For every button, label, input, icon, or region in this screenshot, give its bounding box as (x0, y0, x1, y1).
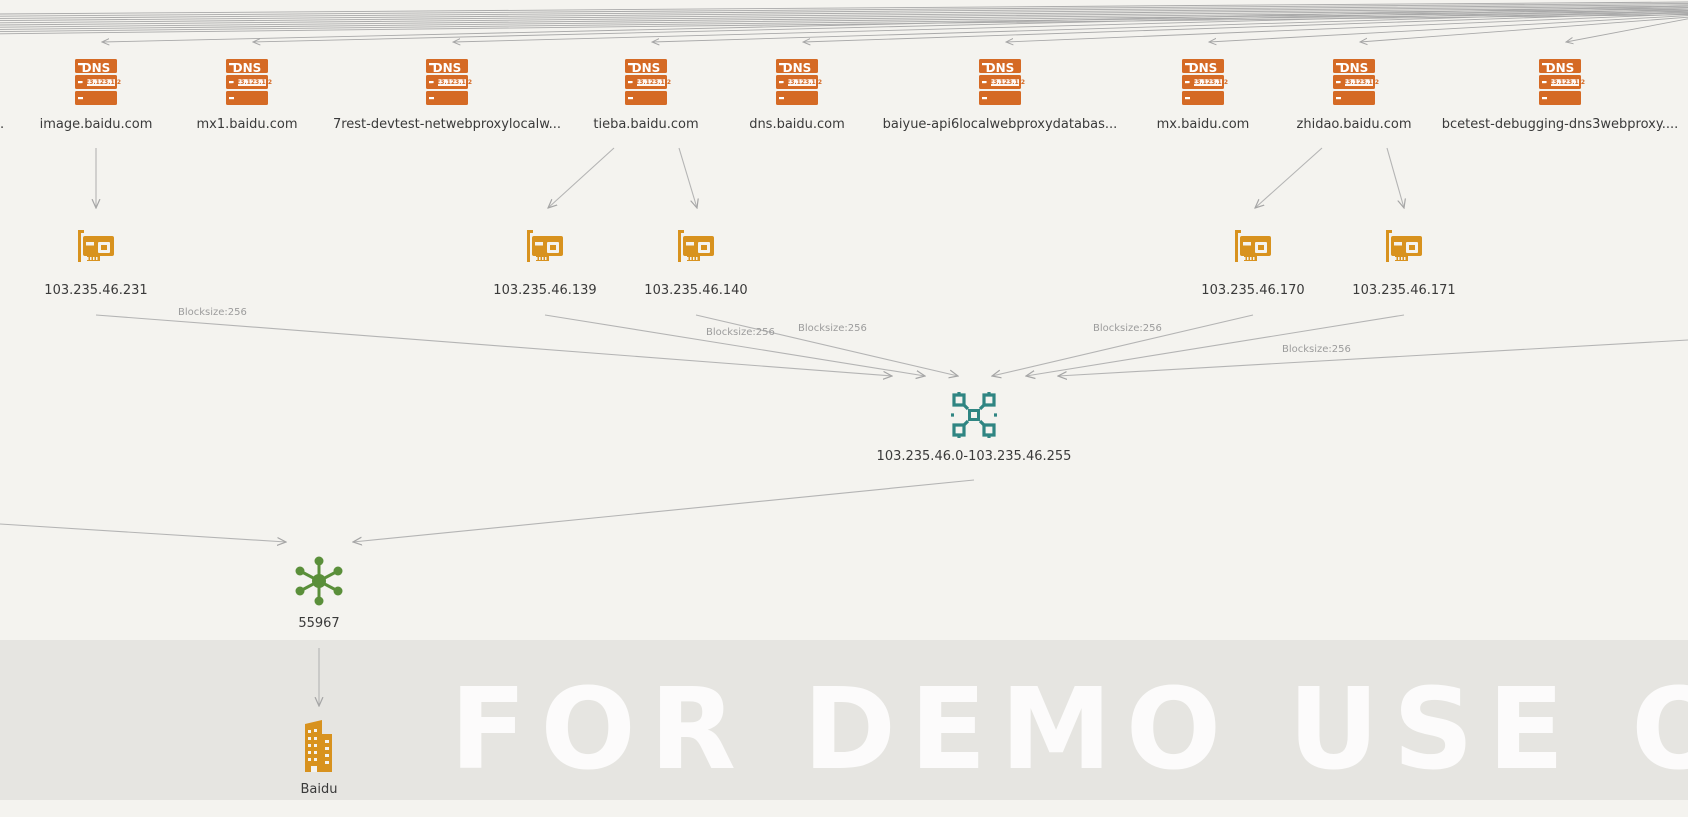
dns-nodes: . DNS image.baidu.com DNS mx1.baidu.com … (0, 59, 1678, 132)
node-label: 103.235.46.231 (44, 283, 147, 298)
ip-node-140[interactable]: 103.235.46.140 (644, 230, 748, 298)
dns-node-zhidao[interactable]: DNS zhidao.baidu.com (1297, 59, 1412, 132)
dns-icon-subtexts: 123.123.1.2 123.123.1.2 123.123.1.2 123.… (81, 79, 1585, 86)
edge-label: Blocksize:256 (798, 323, 867, 334)
incoming-edge (1566, 18, 1688, 42)
dns-badge-subtext: 123.123.1.2 (631, 79, 671, 86)
edges (0, 147, 1688, 706)
dns-node-image[interactable]: DNS image.baidu.com (40, 59, 153, 132)
dns-badge-subtext: 123.123.1.2 (81, 79, 121, 86)
incoming-edges-from-top (0, 1, 1688, 42)
ip-to-block-edge (1058, 339, 1688, 376)
node-label: dns.baidu.com (749, 117, 845, 132)
asn-node[interactable]: 55967 (294, 555, 344, 632)
dns-node-baiyue[interactable]: DNS baiyue-api6localwebproxydatabas... (883, 59, 1118, 132)
node-label: 103.235.46.140 (644, 283, 747, 298)
network-card-icon (527, 230, 563, 262)
node-label: bcetest-debugging-dns3webproxy.... (1442, 117, 1678, 132)
dns-badge: DNS (783, 61, 812, 75)
dns-to-ip-edge (678, 147, 697, 208)
asn-hub-icon (294, 555, 344, 607)
node-label: 103.235.46.170 (1201, 283, 1304, 298)
ip-block-icon (949, 390, 999, 440)
dns-badge-subtext: 123.123.1.2 (432, 79, 472, 86)
dns-badge-subtext: 123.123.1.2 (232, 79, 272, 86)
dns-badge-subtext: 123.123.1.2 (985, 79, 1025, 86)
dns-to-ip-edge (548, 147, 615, 208)
dns-node-7rest[interactable]: DNS 7rest-devtest-netwebproxylocalw... (333, 59, 561, 132)
block-to-asn-edge (353, 479, 975, 542)
node-label: zhidao.baidu.com (1297, 117, 1412, 132)
ip-node-171[interactable]: 103.235.46.171 (1352, 230, 1456, 298)
dns-badge: DNS (1546, 61, 1575, 75)
node-label: 103.235.46.139 (493, 283, 596, 298)
dns-badge-subtext: 123.123.1.2 (1188, 79, 1228, 86)
dns-node-bcetest[interactable]: DNS bcetest-debugging-dns3webproxy.... (1442, 59, 1678, 132)
dns-badge: DNS (986, 61, 1015, 75)
node-label: mx.baidu.com (1157, 117, 1250, 132)
dns-node-mx1[interactable]: DNS mx1.baidu.com (197, 59, 298, 132)
node-label: image.baidu.com (40, 117, 153, 132)
dns-badge-subtext: 123.123.1.2 (1545, 79, 1585, 86)
cutoff-node-label: . (0, 117, 4, 132)
node-label: tieba.baidu.com (593, 117, 698, 132)
graph-canvas[interactable]: FOR DEMO USE ONLY Blocksize:256 Blocksiz… (0, 0, 1688, 817)
edge-label: Blocksize:256 (706, 327, 775, 338)
dns-badge: DNS (632, 61, 661, 75)
ip-to-block-edge (95, 314, 892, 376)
network-card-icon (1386, 230, 1422, 262)
node-label: 103.235.46.0-103.235.46.255 (877, 449, 1072, 464)
ip-node-170[interactable]: 103.235.46.170 (1201, 230, 1305, 298)
dns-badge-subtext: 123.123.1.2 (1339, 79, 1379, 86)
dns-badge: DNS (82, 61, 111, 75)
ip-node-139[interactable]: 103.235.46.139 (493, 230, 597, 298)
ip-nodes: 103.235.46.231 103.235.46.139 103.235.46… (44, 230, 1456, 298)
dns-badge: DNS (233, 61, 262, 75)
ip-block-node[interactable]: 103.235.46.0-103.235.46.255 (877, 390, 1072, 464)
dns-badge: DNS (1340, 61, 1369, 75)
node-label: 103.235.46.171 (1352, 283, 1455, 298)
watermark-text: FOR DEMO USE ONLY (450, 665, 1688, 795)
dns-to-ip-edge (1255, 147, 1323, 208)
dns-node-mx[interactable]: DNS mx.baidu.com (1157, 59, 1250, 132)
dns-badge-subtext: 123.123.1.2 (782, 79, 822, 86)
node-label: 55967 (298, 616, 339, 631)
dns-to-ip-edge (1386, 147, 1404, 208)
node-label: baiyue-api6localwebproxydatabas... (883, 117, 1118, 132)
dns-badge: DNS (433, 61, 462, 75)
node-label: mx1.baidu.com (197, 117, 298, 132)
network-card-icon (1235, 230, 1271, 262)
network-card-icon (678, 230, 714, 262)
ip-node-231[interactable]: 103.235.46.231 (44, 230, 148, 298)
edge-label: Blocksize:256 (178, 307, 247, 318)
node-label: 7rest-devtest-netwebproxylocalw... (333, 117, 561, 132)
network-card-icon (78, 230, 114, 262)
edge-label: Blocksize:256 (1282, 344, 1351, 355)
dns-node-tieba[interactable]: DNS tieba.baidu.com (593, 59, 699, 132)
dns-node-dns[interactable]: DNS dns.baidu.com (749, 59, 845, 132)
dns-badge: DNS (1189, 61, 1218, 75)
node-label: Baidu (301, 782, 338, 797)
edge-label: Blocksize:256 (1093, 323, 1162, 334)
block-to-asn-edge (0, 523, 286, 542)
edge-labels: Blocksize:256 Blocksize:256 Blocksize:25… (178, 307, 1351, 355)
